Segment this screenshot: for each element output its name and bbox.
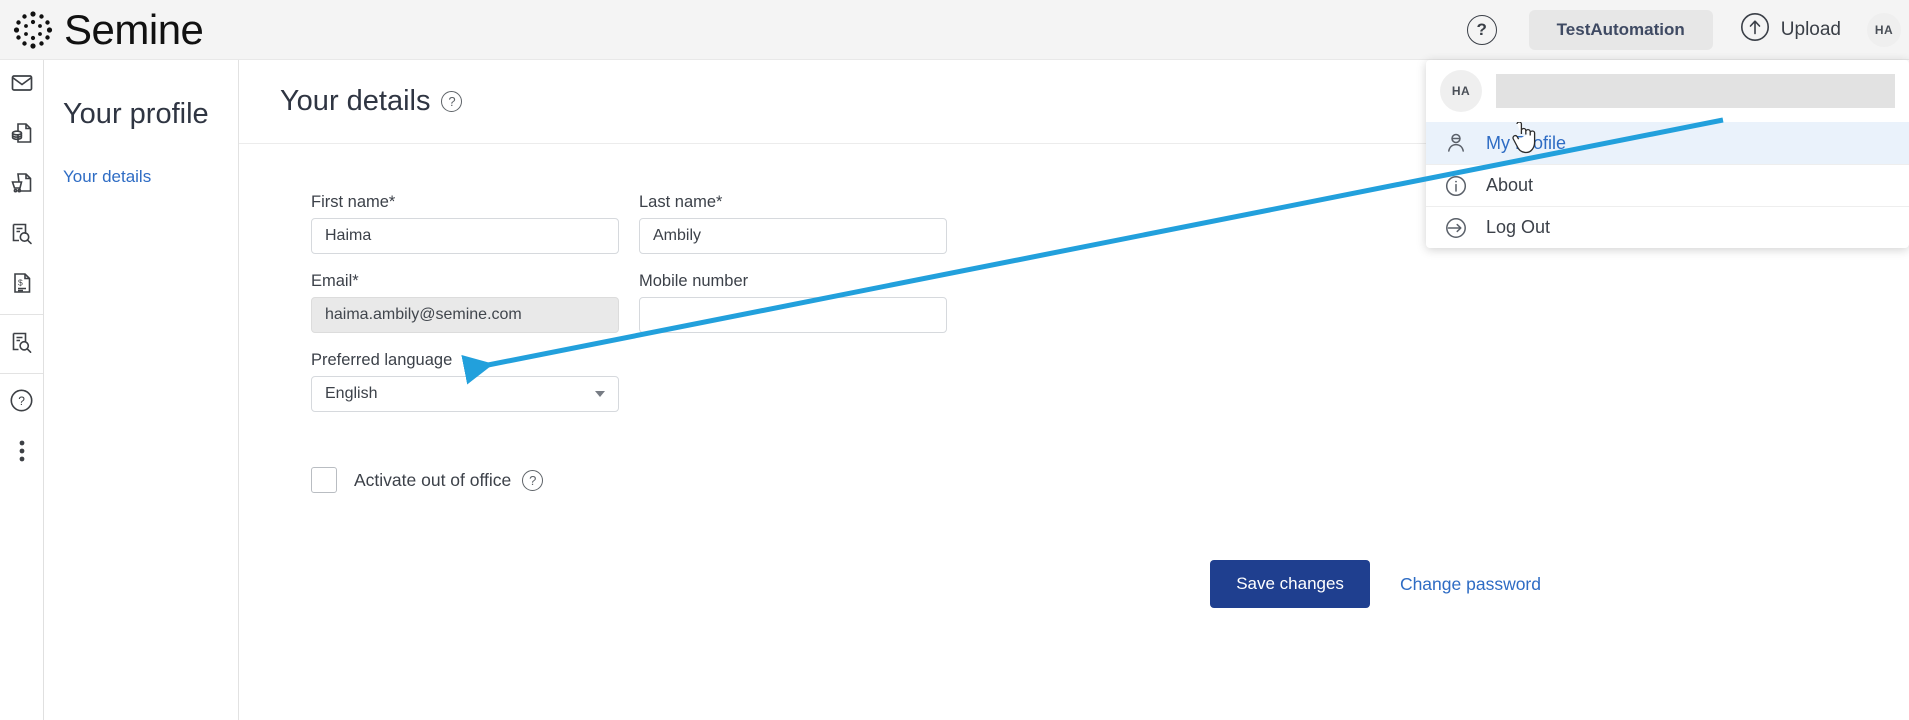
save-changes-button[interactable]: Save changes: [1210, 560, 1370, 608]
app-header: Semine ? TestAutomation Upload HA: [0, 0, 1909, 60]
last-name-field: Last name* Ambily: [639, 193, 947, 254]
person-icon: [1440, 131, 1472, 155]
question-mark-icon[interactable]: ?: [441, 91, 462, 112]
mobile-number-input[interactable]: [639, 297, 947, 333]
document-magnifier-icon: [10, 330, 34, 359]
tenant-switch-button[interactable]: TestAutomation: [1529, 10, 1713, 50]
profile-dropdown: HA My Profile About: [1426, 60, 1909, 248]
sidebar-item-purchase[interactable]: [0, 160, 43, 210]
email-value: haima.ambily@semine.com: [325, 306, 522, 324]
info-circle-icon: [1440, 174, 1472, 198]
sidebar-item-invoices[interactable]: $: [0, 260, 43, 310]
header-actions: ? TestAutomation Upload HA: [1467, 10, 1909, 50]
email-input: haima.ambily@semine.com: [311, 297, 619, 333]
email-label: Email*: [311, 272, 619, 291]
document-database-icon: [10, 121, 34, 150]
brand-name: Semine: [64, 9, 203, 51]
mouse-cursor: [1511, 122, 1537, 159]
sidebar-item-inbox[interactable]: [0, 60, 43, 110]
preferred-language-select-wrap: English: [311, 376, 619, 412]
kebab-menu-icon: [19, 440, 25, 467]
sidebar-item-label: Your details: [63, 167, 151, 186]
brand[interactable]: Semine: [10, 7, 203, 53]
menu-item-my-profile[interactable]: My Profile: [1426, 122, 1909, 164]
first-name-field: First name* Haima: [311, 193, 619, 254]
document-search-icon: [10, 221, 34, 250]
out-of-office-row: Activate out of office ?: [311, 467, 1909, 493]
sidebar-item-document-lookup[interactable]: [0, 210, 43, 260]
svg-text:?: ?: [18, 394, 25, 408]
sidebar-item-search-documents[interactable]: [0, 319, 43, 369]
upload-arrow-icon: [1740, 12, 1770, 48]
email-field: Email* haima.ambily@semine.com: [311, 272, 619, 333]
rail-divider-2: [0, 373, 43, 374]
menu-item-log-out[interactable]: Log Out: [1426, 206, 1909, 248]
dotted-circle-logo-icon: [10, 7, 56, 53]
first-name-label: First name*: [311, 193, 619, 212]
preferred-language-label: Preferred language: [311, 351, 619, 370]
rail-divider: [0, 314, 43, 315]
first-name-value: Haima: [325, 227, 371, 245]
question-mark-icon[interactable]: ?: [1467, 15, 1497, 45]
sidebar-item-your-details[interactable]: Your details: [44, 131, 238, 187]
app-root: Semine ? TestAutomation Upload HA: [0, 0, 1909, 720]
last-name-value: Ambily: [653, 227, 701, 245]
upload-label: Upload: [1781, 19, 1841, 41]
dropdown-avatar-initials: HA: [1452, 84, 1470, 98]
sidebar-item-more[interactable]: [0, 428, 43, 478]
menu-item-about[interactable]: About: [1426, 164, 1909, 206]
form-actions: Save changes Change password: [239, 560, 1909, 720]
menu-item-label: Log Out: [1486, 217, 1550, 238]
envelope-icon: [10, 71, 34, 100]
upload-button[interactable]: Upload: [1740, 12, 1841, 48]
out-of-office-help-label: ?: [529, 473, 536, 488]
change-password-button[interactable]: Change password: [1400, 574, 1541, 595]
last-name-input[interactable]: Ambily: [639, 218, 947, 254]
last-name-label: Last name*: [639, 193, 947, 212]
invoice-dollar-icon: $: [10, 271, 34, 300]
menu-item-label: About: [1486, 175, 1533, 196]
page-title: Your details: [280, 85, 430, 118]
out-of-office-checkbox[interactable]: [311, 467, 337, 493]
preferred-language-value: English: [325, 385, 377, 403]
question-mark-icon[interactable]: ?: [522, 470, 543, 491]
help-button-label: ?: [1476, 20, 1486, 40]
logout-arrow-icon: [1440, 216, 1472, 240]
avatar-initials: HA: [1875, 23, 1893, 37]
svg-text:$: $: [18, 277, 23, 287]
icon-rail: $ ?: [0, 60, 44, 720]
sidebar-item-help[interactable]: ?: [0, 378, 43, 428]
avatar[interactable]: HA: [1867, 13, 1901, 47]
contact-row: Email* haima.ambily@semine.com Mobile nu…: [311, 272, 1909, 333]
profile-sidebar: Your profile Your details: [44, 60, 239, 720]
out-of-office-label: Activate out of office: [354, 470, 511, 491]
language-row: Preferred language English: [311, 351, 1909, 412]
mobile-number-field: Mobile number: [639, 272, 947, 333]
chevron-down-icon: [595, 391, 605, 397]
document-cart-icon: [10, 171, 34, 200]
sidebar-title: Your profile: [44, 60, 238, 131]
dropdown-user-header: HA: [1426, 60, 1909, 122]
page-title-help-label: ?: [448, 94, 455, 109]
avatar: HA: [1440, 70, 1482, 112]
preferred-language-select[interactable]: English: [311, 376, 619, 412]
mobile-number-label: Mobile number: [639, 272, 947, 291]
first-name-input[interactable]: Haima: [311, 218, 619, 254]
preferred-language-field: Preferred language English: [311, 351, 619, 412]
tenant-label: TestAutomation: [1557, 20, 1685, 40]
sidebar-item-master-data[interactable]: [0, 110, 43, 160]
question-circle-icon: ?: [9, 388, 34, 418]
user-name-placeholder: [1496, 74, 1895, 108]
